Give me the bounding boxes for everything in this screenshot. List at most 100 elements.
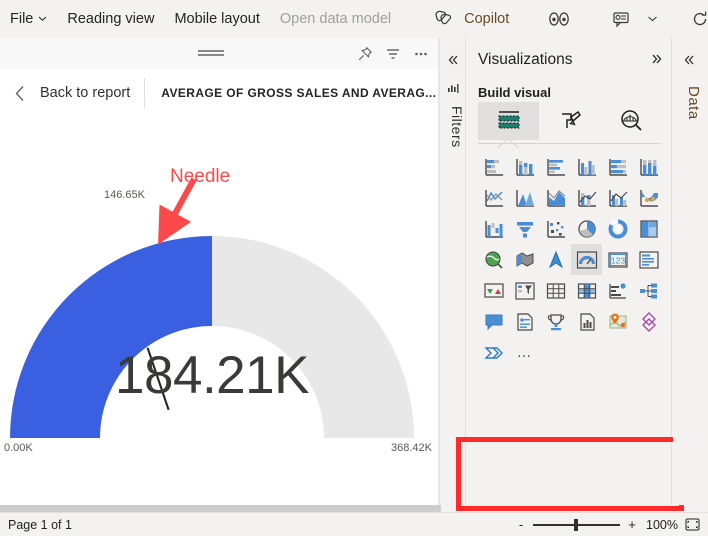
comments-button[interactable]: [597, 2, 641, 36]
power-automate-icon: [483, 346, 503, 359]
magnifier-chart-icon: [620, 110, 642, 131]
viz-treemap[interactable]: [633, 213, 664, 244]
refresh-icon: [684, 3, 708, 35]
viz-pie-chart[interactable]: [571, 213, 602, 244]
viz-100-stacked-column-chart[interactable]: [633, 151, 664, 182]
view-as-icon: [543, 3, 575, 35]
viz-line-stacked-column-chart[interactable]: [571, 182, 602, 213]
fit-to-page-icon[interactable]: [685, 518, 700, 531]
refresh-button[interactable]: [674, 2, 708, 36]
zoom-slider[interactable]: [533, 518, 620, 531]
viz-scatter-chart[interactable]: [540, 213, 571, 244]
viz-clustered-bar-chart[interactable]: [540, 151, 571, 182]
viz-line-clustered-column-chart[interactable]: [602, 182, 633, 213]
zoom-out-button[interactable]: -: [516, 517, 526, 532]
more-options-icon[interactable]: [412, 45, 430, 63]
viz-azure-map[interactable]: [540, 244, 571, 275]
back-chevron-icon[interactable]: [14, 85, 30, 102]
zoom-level-label: 100%: [646, 517, 678, 532]
view-as-button[interactable]: [533, 2, 585, 36]
viz-q-and-a[interactable]: [478, 306, 509, 337]
chevron-down-icon: [38, 14, 47, 23]
viz-stacked-area-chart[interactable]: [540, 182, 571, 213]
tabs-divider: [478, 143, 661, 144]
filters-pane-collapsed[interactable]: Filters: [441, 38, 466, 505]
viz-gauge-chart[interactable]: [571, 244, 602, 275]
menu-file[interactable]: File: [0, 2, 57, 36]
drag-grip-icon[interactable]: [198, 50, 224, 57]
canvas-horizontal-scrollbar[interactable]: [0, 505, 441, 512]
report-canvas: Back to report AVERAGE OF GROSS SALES AN…: [0, 38, 440, 505]
format-visual-tab[interactable]: [539, 102, 600, 140]
viz-stacked-bar-chart[interactable]: [478, 151, 509, 182]
viz-smart-narrative[interactable]: [509, 306, 540, 337]
viz-kpi[interactable]: [478, 275, 509, 306]
ribbon-chart-icon: [639, 189, 658, 207]
pie-chart-icon: [577, 219, 596, 238]
smart-narrative-icon: [516, 312, 533, 331]
viz-power-automate[interactable]: [478, 337, 509, 368]
100-stacked-bar-chart-icon: [608, 158, 627, 176]
viz-slicer[interactable]: [509, 275, 540, 306]
viz-100-stacked-bar-chart[interactable]: [602, 151, 633, 182]
viz-matrix[interactable]: [571, 275, 602, 306]
copilot-icon: [427, 3, 459, 35]
double-chevron-left-icon[interactable]: [447, 54, 459, 69]
zoom-slider-thumb[interactable]: [574, 518, 578, 531]
filled-map-icon: [516, 251, 533, 267]
back-to-report-link[interactable]: Back to report: [40, 85, 130, 101]
matrix-icon: [577, 282, 596, 299]
viz-table[interactable]: [540, 275, 571, 306]
r-script-visual-icon: [608, 282, 626, 299]
viz-key-influencers[interactable]: [540, 306, 571, 337]
paginated-report-icon: [579, 312, 595, 331]
menu-reading-view-label: Reading view: [67, 11, 155, 27]
menu-copilot[interactable]: Copilot: [417, 2, 519, 36]
menu-reading-view[interactable]: Reading view: [57, 2, 164, 36]
scatter-chart-icon: [546, 220, 565, 238]
double-chevron-right-icon[interactable]: [651, 53, 663, 68]
viz-decomposition-tree[interactable]: [633, 275, 664, 306]
viz-funnel-chart[interactable]: [509, 213, 540, 244]
menu-mobile-layout[interactable]: Mobile layout: [164, 2, 269, 36]
page-indicator: Page 1 of 1: [8, 517, 72, 532]
pin-icon[interactable]: [356, 45, 374, 63]
visual-header-bar: [0, 38, 440, 69]
donut-chart-icon: [608, 219, 627, 238]
viz-stacked-column-chart[interactable]: [509, 151, 540, 182]
table-icon: [546, 282, 565, 299]
viz-area-chart[interactable]: [509, 182, 540, 213]
more-visuals-button[interactable]: …: [509, 337, 540, 368]
comments-icon: [607, 3, 639, 35]
filter-bars-icon[interactable]: [447, 83, 460, 101]
viz-clustered-column-chart[interactable]: [571, 151, 602, 182]
analytics-tab[interactable]: [600, 102, 661, 140]
viz-r-script-visual[interactable]: [602, 275, 633, 306]
viz-powerapps[interactable]: [633, 306, 664, 337]
key-influencers-icon: [547, 313, 564, 330]
comments-dropdown-button[interactable]: [641, 2, 662, 36]
build-visual-tab[interactable]: [478, 102, 539, 140]
viz-waterfall-chart[interactable]: [478, 213, 509, 244]
viz-arcgis-map[interactable]: [602, 306, 633, 337]
viz-card[interactable]: 123: [602, 244, 633, 275]
gauge-target-label: 146.65K: [104, 189, 145, 201]
double-chevron-left-icon[interactable]: [683, 54, 695, 69]
viz-paginated-report[interactable]: [571, 306, 602, 337]
clustered-column-chart-icon: [577, 158, 596, 176]
canvas-right-border: [438, 38, 440, 505]
viz-donut-chart[interactable]: [602, 213, 633, 244]
gauge-min-label: 0.00K: [4, 442, 33, 454]
100-stacked-column-chart-icon: [639, 158, 658, 176]
stacked-column-chart-icon: [515, 158, 534, 176]
viz-line-chart[interactable]: [478, 182, 509, 213]
viz-filled-map[interactable]: [509, 244, 540, 275]
data-pane-collapsed[interactable]: Data: [673, 38, 708, 505]
zoom-in-button[interactable]: +: [627, 517, 637, 532]
viz-multi-row-card[interactable]: [633, 244, 664, 275]
visualizations-header: Visualizations: [478, 51, 663, 69]
viz-ribbon-chart[interactable]: [633, 182, 664, 213]
top-toolbar: File Reading view Mobile layout Open dat…: [0, 0, 708, 38]
filter-icon[interactable]: [384, 45, 402, 63]
viz-map[interactable]: [478, 244, 509, 275]
